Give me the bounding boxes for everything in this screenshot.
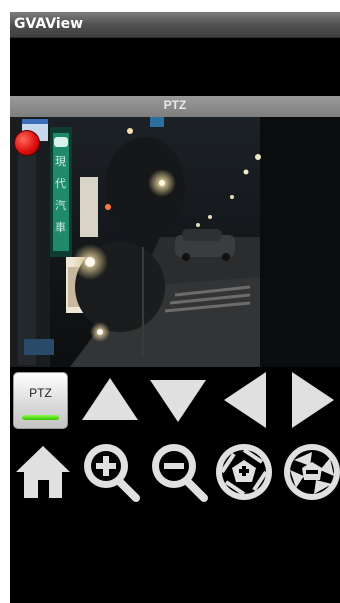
app-title: GVAView bbox=[14, 16, 84, 32]
zoom-in-icon[interactable] bbox=[80, 440, 142, 504]
iris-open-icon[interactable] bbox=[214, 442, 274, 502]
mode-bar: PTZ bbox=[10, 96, 340, 117]
ptz-toggle-label: PTZ bbox=[29, 386, 52, 400]
arrow-left-icon[interactable] bbox=[220, 370, 268, 430]
svg-text:現: 現 bbox=[55, 155, 66, 168]
svg-text:車: 車 bbox=[55, 220, 66, 234]
arrow-right-icon[interactable] bbox=[290, 370, 338, 430]
svg-text:汽: 汽 bbox=[55, 198, 66, 212]
camera-scene: 現代汽車 bbox=[10, 117, 340, 367]
arrow-up-icon[interactable] bbox=[80, 376, 140, 424]
camera-video-feed[interactable]: 現代汽車 bbox=[10, 117, 340, 367]
title-bar: GVAView bbox=[10, 12, 340, 38]
mode-label: PTZ bbox=[163, 98, 187, 112]
zoom-out-icon[interactable] bbox=[148, 440, 210, 504]
svg-text:代: 代 bbox=[55, 177, 66, 190]
ptz-toggle-button[interactable]: PTZ bbox=[13, 372, 68, 429]
arrow-down-icon[interactable] bbox=[148, 376, 208, 424]
home-icon[interactable] bbox=[14, 444, 72, 502]
record-indicator-icon bbox=[14, 130, 40, 156]
iris-close-icon[interactable] bbox=[282, 442, 340, 502]
app-screen: GVAView PTZ 現 代 汽 車 PTZ bbox=[10, 12, 340, 603]
ptz-active-indicator bbox=[22, 415, 59, 420]
